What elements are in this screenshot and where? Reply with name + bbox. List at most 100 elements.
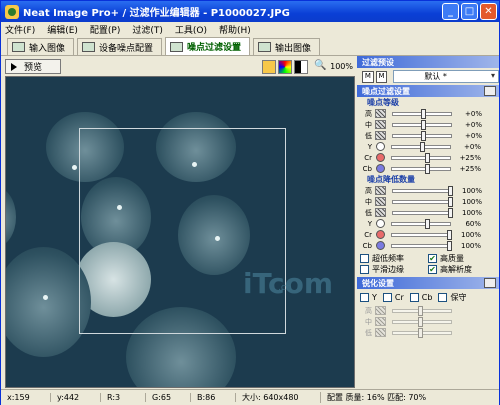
preset-open-icon[interactable]: M: [362, 70, 374, 83]
tab-noise-filter[interactable]: 噪点过滤设置: [165, 37, 251, 55]
option-checkbox[interactable]: ✔ 高质量: [428, 253, 496, 264]
noise-pattern-icon: [375, 328, 386, 337]
menu-help[interactable]: 帮助(H): [219, 23, 251, 36]
tab-output-image[interactable]: 输出图像: [253, 38, 321, 55]
noise-reduction-row: Y 60%: [357, 218, 499, 229]
compare-icon[interactable]: [262, 59, 277, 74]
menu-edit[interactable]: 编辑(E): [47, 23, 78, 36]
noise-level-slider[interactable]: [391, 152, 451, 163]
slider-thumb[interactable]: [448, 207, 453, 218]
zoom-level: 100%: [330, 62, 353, 71]
menu-tools[interactable]: 工具(O): [175, 23, 207, 36]
sharpen-channel-checkbox[interactable]: Cb: [409, 292, 432, 302]
noise-level-slider[interactable]: [392, 119, 452, 130]
status-r: R:3: [101, 393, 146, 402]
checkbox-box[interactable]: [360, 265, 369, 274]
slider-thumb[interactable]: [448, 196, 453, 207]
noise-level-rows: 高 +0% 中 +0% 低 +0% Y +0% Cr +25% Cb +25%: [357, 108, 499, 174]
noise-reduction-row: 低 100%: [357, 207, 499, 218]
option-checkbox[interactable]: 平滑边缘: [360, 264, 428, 275]
color-icon[interactable]: [278, 59, 293, 74]
window-title: Neat Image Pro+ / 过滤作业编辑器 - P1000027.JPG: [23, 8, 290, 19]
noise-reduction-slider[interactable]: [391, 218, 451, 229]
sharpen-channel-checkbox[interactable]: Y: [360, 292, 377, 302]
folder-icon: [12, 42, 25, 52]
tab-device-profile[interactable]: 设备噪点配置: [77, 38, 163, 55]
close-button[interactable]: ✕: [480, 3, 497, 20]
tab-input-image[interactable]: 输入图像: [7, 38, 75, 55]
menu-profile[interactable]: 配置(P): [90, 23, 120, 36]
checkbox-box[interactable]: ✔: [428, 254, 437, 263]
sharpen-slider[interactable]: [392, 327, 452, 338]
noise-level-slider[interactable]: [391, 163, 451, 174]
option-checkbox[interactable]: 超低频率: [360, 253, 428, 264]
noise-level-slider[interactable]: [391, 141, 451, 152]
slider-thumb[interactable]: [418, 305, 423, 316]
app-window: Neat Image Pro+ / 过滤作业编辑器 - P1000027.JPG…: [0, 0, 500, 405]
option-checkbox[interactable]: ✔ 高解析度: [428, 264, 496, 275]
checkbox-box[interactable]: ✔: [428, 265, 437, 274]
noise-level-slider[interactable]: [392, 130, 452, 141]
noise-reduction-label: 低: [365, 208, 372, 217]
preview-selection[interactable]: [79, 128, 286, 334]
checkbox-box[interactable]: [409, 292, 419, 302]
noise-pattern-icon: [375, 120, 386, 129]
slider-thumb[interactable]: [425, 218, 430, 229]
checkbox-box[interactable]: [438, 292, 448, 302]
noise-reduction-slider[interactable]: [392, 207, 453, 218]
slider-thumb[interactable]: [420, 108, 426, 119]
zoom-icon[interactable]: 🔍: [314, 60, 328, 74]
noise-reduction-value: 60%: [465, 219, 481, 228]
sharpen-slider[interactable]: [392, 316, 452, 327]
bulb-highlight: [43, 295, 48, 300]
slider-thumb[interactable]: [425, 163, 430, 174]
slider-thumb[interactable]: [447, 240, 452, 251]
presets-header: 过滤预设: [357, 56, 499, 68]
menu-filter[interactable]: 过滤(T): [132, 23, 163, 36]
noise-level-slider[interactable]: [392, 108, 452, 119]
preview-button[interactable]: 预览: [5, 59, 61, 74]
slider-thumb[interactable]: [418, 316, 423, 327]
checkbox-box[interactable]: [382, 292, 392, 302]
split-icon[interactable]: [294, 59, 309, 74]
tab-label: 输出图像: [275, 43, 312, 54]
sharpen-slider[interactable]: [392, 305, 452, 316]
noise-level-row: 高 +0%: [357, 108, 499, 119]
menu-file[interactable]: 文件(F): [5, 23, 35, 36]
noise-pattern-icon: [375, 109, 386, 118]
slider-thumb[interactable]: [420, 130, 426, 141]
slider-thumb[interactable]: [418, 327, 423, 338]
noise-reduction-slider[interactable]: [392, 196, 453, 207]
slider-thumb[interactable]: [447, 229, 452, 240]
noise-level-value: +0%: [465, 120, 482, 129]
menu-bar: 文件(F) 编辑(E) 配置(P) 过滤(T) 工具(O) 帮助(H): [1, 22, 499, 37]
noise-reduction-value: 100%: [460, 230, 481, 239]
maximize-button[interactable]: □: [461, 3, 478, 20]
noise-level-row: 中 +0%: [357, 119, 499, 130]
minimize-button[interactable]: _: [442, 3, 459, 20]
sharpen-reset-icon[interactable]: [484, 278, 496, 288]
checkbox-box[interactable]: [360, 292, 369, 302]
reset-icon[interactable]: [484, 86, 496, 96]
slider-thumb[interactable]: [420, 119, 426, 130]
noise-level-value: +0%: [464, 142, 481, 151]
noise-reduction-row: Cb 100%: [357, 240, 499, 251]
noise-reduction-slider[interactable]: [391, 229, 452, 240]
noise-reduction-label: 高: [365, 186, 372, 195]
image-preview[interactable]: iTcom .cn: [5, 76, 355, 388]
option-label: 高质量: [440, 254, 464, 263]
sharpen-channel-checkbox[interactable]: 保守: [438, 292, 466, 303]
checkbox-box[interactable]: [360, 254, 369, 263]
noise-reduction-slider[interactable]: [391, 240, 452, 251]
slider-thumb[interactable]: [419, 141, 425, 152]
noise-pattern-icon: [375, 186, 386, 195]
noise-level-label: Cr: [364, 153, 372, 162]
output-icon: [258, 42, 272, 52]
slider-thumb[interactable]: [448, 185, 453, 196]
sharpen-channel-checkbox[interactable]: Cr: [382, 292, 404, 302]
noise-reduction-slider[interactable]: [392, 185, 453, 196]
slider-thumb[interactable]: [425, 152, 430, 163]
settings-panel: 过滤预设 M M 默认 * 噪点过滤设置 噪点等级 高 +0% 中 +0% 低 +0% Y +…: [357, 56, 499, 388]
preset-save-icon[interactable]: M: [375, 70, 388, 83]
preset-select[interactable]: 默认 *: [393, 70, 499, 83]
